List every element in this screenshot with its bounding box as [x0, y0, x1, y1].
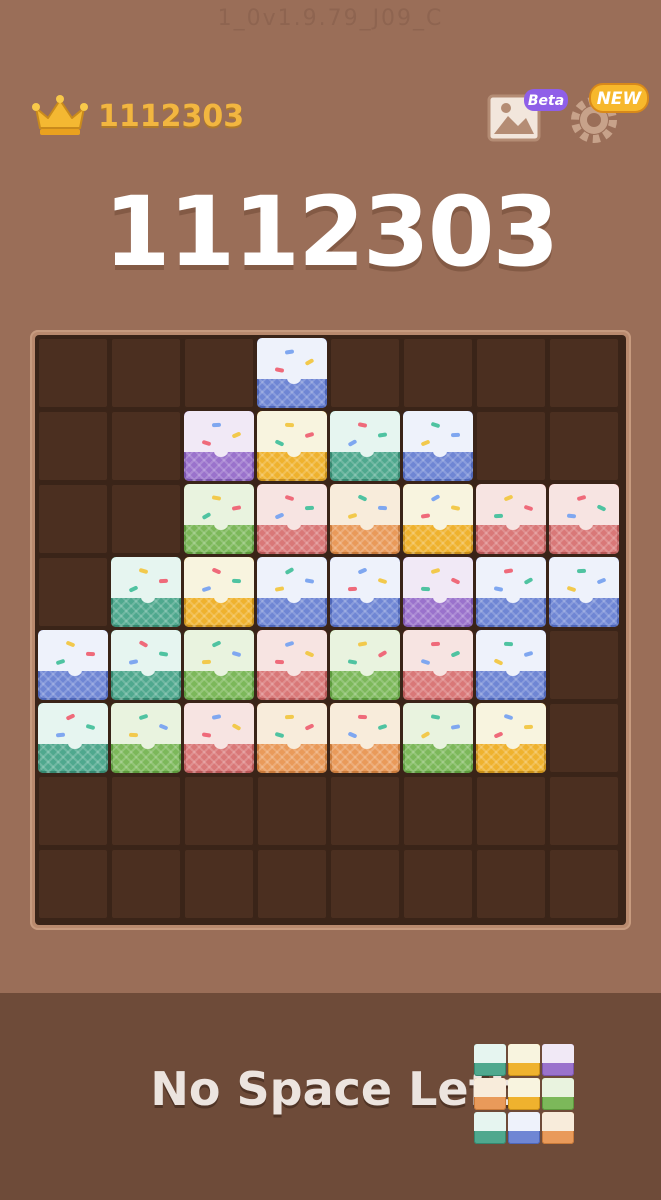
tray-block-teal	[474, 1044, 506, 1076]
board-cell	[111, 411, 181, 481]
board-cell	[38, 484, 108, 554]
block-orange	[330, 484, 400, 554]
block-purple	[403, 557, 473, 627]
board-cell	[476, 849, 546, 919]
block-teal	[111, 557, 181, 627]
block-red	[257, 484, 327, 554]
board-cell	[330, 776, 400, 846]
tray-block-blue	[508, 1112, 540, 1144]
gallery-button[interactable]: Beta	[486, 88, 570, 144]
block-blue	[476, 630, 546, 700]
board-cell	[111, 776, 181, 846]
block-red	[549, 484, 619, 554]
block-blue	[38, 630, 108, 700]
block-yellow	[476, 703, 546, 773]
crown-icon	[32, 95, 88, 135]
board-cell	[38, 849, 108, 919]
block-yellow	[184, 557, 254, 627]
board-cell	[257, 776, 327, 846]
board-cell	[549, 630, 619, 700]
block-purple	[184, 411, 254, 481]
board-cell	[111, 849, 181, 919]
block-red	[403, 630, 473, 700]
tray-block-orange	[474, 1078, 506, 1110]
block-blue	[257, 557, 327, 627]
block-blue	[257, 338, 327, 408]
block-orange	[257, 703, 327, 773]
board-cell	[257, 849, 327, 919]
beta-badge: Beta	[528, 93, 564, 109]
block-red	[184, 703, 254, 773]
board-cell	[403, 338, 473, 408]
best-score: 1112303	[30, 92, 244, 140]
tray-block-green	[542, 1078, 574, 1110]
block-blue	[403, 411, 473, 481]
board-cell	[549, 849, 619, 919]
board-cell	[330, 338, 400, 408]
current-score: 1112303	[103, 176, 560, 288]
board-cell	[549, 776, 619, 846]
board-cell	[38, 411, 108, 481]
block-teal	[111, 630, 181, 700]
block-green	[184, 630, 254, 700]
image-icon: Beta	[487, 89, 568, 142]
game-board[interactable]	[35, 335, 626, 925]
best-score-value: 1112303	[98, 98, 245, 134]
board-cell	[549, 703, 619, 773]
block-green	[403, 703, 473, 773]
board-cell	[476, 338, 546, 408]
block-orange	[330, 703, 400, 773]
block-green	[111, 703, 181, 773]
board-cell	[38, 776, 108, 846]
block-blue	[476, 557, 546, 627]
board-cell	[111, 338, 181, 408]
tray-block-yellow	[508, 1044, 540, 1076]
tray-piece[interactable]	[474, 1044, 578, 1148]
board-cell	[403, 776, 473, 846]
tray-block-teal	[474, 1112, 506, 1144]
tray-block-purple	[542, 1044, 574, 1076]
board-cell	[111, 484, 181, 554]
board-cell	[549, 338, 619, 408]
board-cell	[330, 849, 400, 919]
board-cell	[476, 411, 546, 481]
board-cell	[549, 411, 619, 481]
tray-block-yellow	[508, 1078, 540, 1110]
block-red	[257, 630, 327, 700]
board-cell	[403, 849, 473, 919]
board-cell	[184, 849, 254, 919]
block-green	[184, 484, 254, 554]
settings-button[interactable]: NEW	[568, 82, 652, 146]
tray-block-orange	[542, 1112, 574, 1144]
version-label: 1_0v1.9.79_J09_C	[217, 6, 444, 31]
board-cell	[476, 776, 546, 846]
gear-icon: NEW	[571, 83, 649, 143]
board-cell	[38, 338, 108, 408]
board-cell	[38, 557, 108, 627]
board-cell	[184, 776, 254, 846]
block-blue	[549, 557, 619, 627]
block-green	[330, 630, 400, 700]
block-yellow	[257, 411, 327, 481]
block-teal	[330, 411, 400, 481]
block-yellow	[403, 484, 473, 554]
block-teal	[38, 703, 108, 773]
board-cell	[184, 338, 254, 408]
new-badge: NEW	[597, 89, 643, 109]
block-red	[476, 484, 546, 554]
block-blue	[330, 557, 400, 627]
